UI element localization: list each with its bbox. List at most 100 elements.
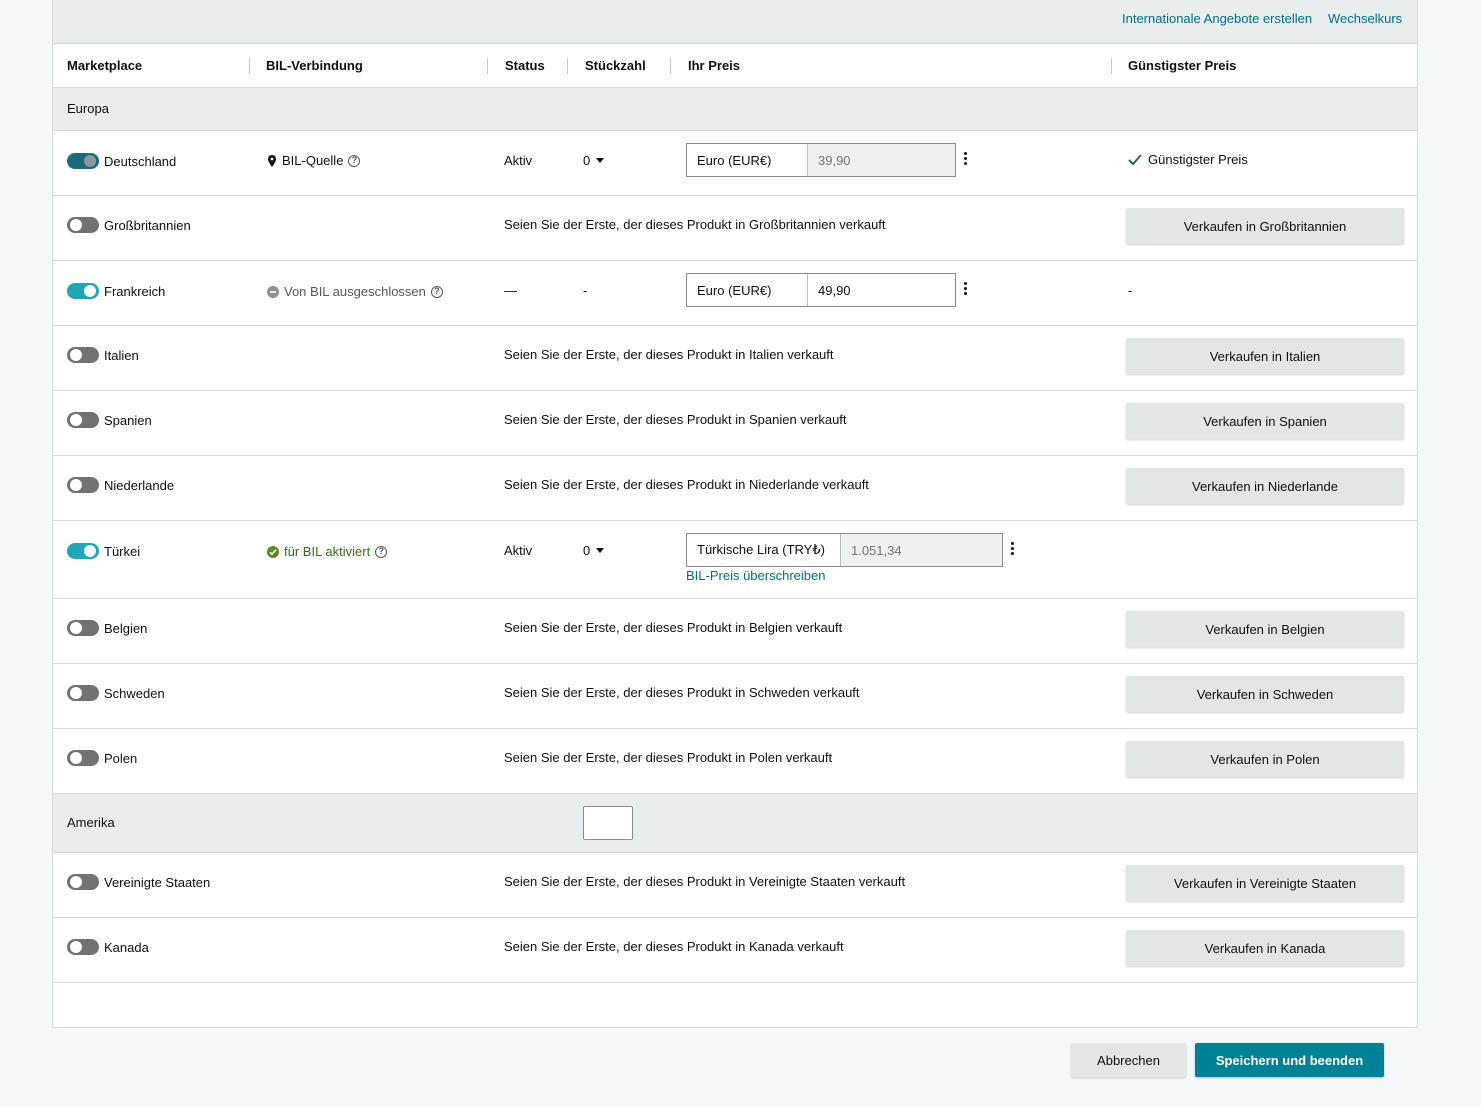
check-circle-icon xyxy=(267,545,279,558)
group-europe: Europa xyxy=(53,88,1417,131)
col-divider xyxy=(670,58,671,74)
first-seller-message: Seien Sie der Erste, der dieses Produkt … xyxy=(504,620,843,635)
sell-in-kanada-button[interactable]: Verkaufen in Kanada xyxy=(1126,930,1404,966)
first-seller-message: Seien Sie der Erste, der dieses Produkt … xyxy=(504,939,844,954)
status-text: Aktiv xyxy=(504,543,533,558)
more-options-icon[interactable] xyxy=(964,282,968,297)
more-options-icon[interactable] xyxy=(964,152,968,167)
bil-excluded: Von BIL ausgeschlossen ? xyxy=(267,284,443,299)
lowest-price-label: Günstigster Preis xyxy=(1148,152,1248,167)
table-header: Marketplace BIL-Verbindung Status Stückz… xyxy=(53,44,1417,88)
table-row: Spanien Seien Sie der Erste, der dieses … xyxy=(53,391,1417,456)
col-divider xyxy=(487,58,488,74)
price-field: Euro (EUR€) 49,90 xyxy=(686,273,956,307)
group-quantity-input[interactable] xyxy=(583,806,633,840)
sell-in-italien-button[interactable]: Verkaufen in Italien xyxy=(1126,338,1404,374)
bil-activated-label: für BIL aktiviert xyxy=(284,544,371,559)
first-seller-message: Seien Sie der Erste, der dieses Produkt … xyxy=(504,874,906,889)
chevron-down-icon xyxy=(596,548,605,553)
price-input[interactable]: 39,90 xyxy=(808,144,955,176)
save-and-finish-button[interactable]: Speichern und beenden xyxy=(1195,1043,1384,1077)
first-seller-message: Seien Sie der Erste, der dieses Produkt … xyxy=(504,477,869,492)
bil-source-label: BIL-Quelle xyxy=(282,153,344,168)
sell-in-niederlande-button[interactable]: Verkaufen in Niederlande xyxy=(1126,468,1404,504)
col-price: Ihr Preis xyxy=(688,58,741,73)
group-label: Amerika xyxy=(67,815,115,830)
marketplace-toggle-gb[interactable] xyxy=(67,217,99,233)
cancel-button[interactable]: Abbrechen xyxy=(1071,1043,1186,1077)
checkmark-icon xyxy=(1128,153,1142,165)
marketplace-toggle-italien[interactable] xyxy=(67,347,99,363)
group-label: Europa xyxy=(67,101,109,116)
sell-in-gb-button[interactable]: Verkaufen in Großbritannien xyxy=(1126,208,1404,244)
sell-in-usa-button[interactable]: Verkaufen in Vereinigte Staaten xyxy=(1126,865,1404,901)
marketplace-toggle-spanien[interactable] xyxy=(67,412,99,428)
marketplace-toggle-deutschland[interactable] xyxy=(67,153,99,169)
marketplace-label: Spanien xyxy=(104,413,152,428)
marketplace-label: Kanada xyxy=(104,940,149,955)
price-field: Türkische Lira (TRY₺) 1.051,34 xyxy=(686,533,1003,567)
col-divider xyxy=(1111,58,1112,74)
marketplace-toggle-frankreich[interactable] xyxy=(67,283,99,299)
table-row: Großbritannien Seien Sie der Erste, der … xyxy=(53,196,1417,261)
quantity-value: - xyxy=(583,283,588,298)
first-seller-message: Seien Sie der Erste, der dieses Produkt … xyxy=(504,347,834,362)
more-options-icon[interactable] xyxy=(1011,542,1015,557)
first-seller-message: Seien Sie der Erste, der dieses Produkt … xyxy=(504,685,860,700)
currency-label: Euro (EUR€) xyxy=(687,144,808,176)
sell-in-schweden-button[interactable]: Verkaufen in Schweden xyxy=(1126,676,1404,712)
marketplace-label: Schweden xyxy=(104,686,165,701)
help-icon[interactable]: ? xyxy=(375,545,388,558)
marketplace-label: Polen xyxy=(104,751,138,766)
marketplace-toggle-usa[interactable] xyxy=(67,874,99,890)
bil-source: BIL-Quelle ? xyxy=(267,153,361,168)
price-field: Euro (EUR€) 39,90 xyxy=(686,143,956,177)
sell-in-spanien-button[interactable]: Verkaufen in Spanien xyxy=(1126,403,1404,439)
group-america: Amerika xyxy=(53,794,1417,853)
table-row: Polen Seien Sie der Erste, der dieses Pr… xyxy=(53,729,1417,794)
exchange-rate-link[interactable]: Wechselkurs xyxy=(1328,11,1402,26)
table-row: Türkei für BIL aktiviert ? Aktiv 0 Türki… xyxy=(53,521,1417,599)
quantity-value: 0 xyxy=(583,153,591,168)
marketplace-toggle-polen[interactable] xyxy=(67,750,99,766)
col-status: Status xyxy=(505,58,545,73)
marketplace-label: Großbritannien xyxy=(104,218,191,233)
international-listings-panel: Internationale Angebote erstellen Wechse… xyxy=(52,0,1418,1028)
col-marketplace: Marketplace xyxy=(67,58,143,73)
marketplace-toggle-niederlande[interactable] xyxy=(67,477,99,493)
quantity-dropdown[interactable]: 0 xyxy=(583,153,605,168)
col-divider xyxy=(567,58,568,74)
marketplace-label: Deutschland xyxy=(104,154,177,169)
marketplace-label: Belgien xyxy=(104,621,148,636)
price-input[interactable]: 49,90 xyxy=(808,274,955,306)
table-row: Schweden Seien Sie der Erste, der dieses… xyxy=(53,664,1417,729)
marketplace-toggle-schweden[interactable] xyxy=(67,685,99,701)
col-bil: BIL-Verbindung xyxy=(266,58,363,73)
marketplace-label: Türkei xyxy=(104,544,141,559)
marketplace-label: Frankreich xyxy=(104,284,166,299)
quantity-dropdown[interactable]: 0 xyxy=(583,543,605,558)
marketplace-label: Niederlande xyxy=(104,478,175,493)
currency-label: Euro (EUR€) xyxy=(687,274,808,306)
marketplace-toggle-kanada[interactable] xyxy=(67,939,99,955)
table-row: Frankreich Von BIL ausgeschlossen ? — - … xyxy=(53,261,1417,326)
override-bil-price-link[interactable]: BIL-Preis überschreiben xyxy=(686,568,825,583)
first-seller-message: Seien Sie der Erste, der dieses Produkt … xyxy=(504,750,833,765)
sell-in-polen-button[interactable]: Verkaufen in Polen xyxy=(1126,741,1404,777)
marketplace-label: Vereinigte Staaten xyxy=(104,875,211,890)
lowest-price-value: - xyxy=(1128,283,1133,298)
help-icon[interactable]: ? xyxy=(430,285,443,298)
marketplace-toggle-belgien[interactable] xyxy=(67,620,99,636)
status-text: Aktiv xyxy=(504,153,533,168)
create-international-offers-link[interactable]: Internationale Angebote erstellen xyxy=(1122,11,1312,26)
sell-in-belgien-button[interactable]: Verkaufen in Belgien xyxy=(1126,611,1404,647)
first-seller-message: Seien Sie der Erste, der dieses Produkt … xyxy=(504,412,847,427)
status-text: — xyxy=(504,283,517,298)
help-icon[interactable]: ? xyxy=(348,154,361,167)
table-row: Belgien Seien Sie der Erste, der dieses … xyxy=(53,599,1417,664)
marketplace-toggle-tuerkei[interactable] xyxy=(67,543,99,559)
marketplace-label: Italien xyxy=(104,348,139,363)
top-bar: Internationale Angebote erstellen Wechse… xyxy=(53,0,1417,44)
currency-label: Türkische Lira (TRY₺) xyxy=(687,534,841,566)
price-input[interactable]: 1.051,34 xyxy=(841,534,1002,566)
